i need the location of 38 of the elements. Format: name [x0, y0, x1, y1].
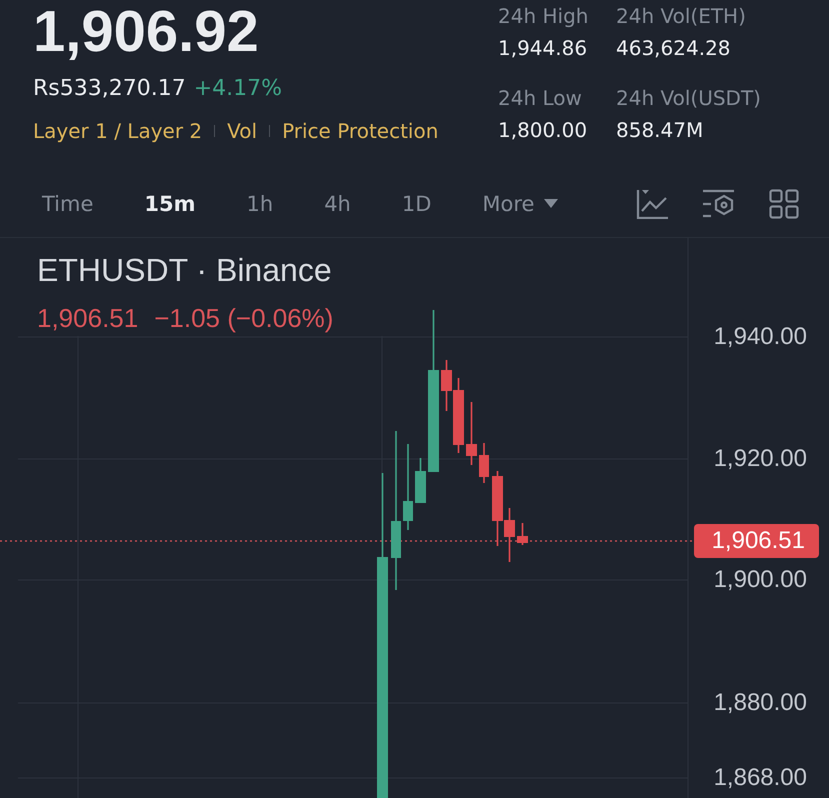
stat-value: 463,624.28: [616, 35, 732, 61]
last-price: 1,906.92: [33, 3, 259, 61]
fiat-price: Rs533,270.17: [33, 75, 186, 103]
stat-value: 858.47M: [616, 117, 704, 143]
price-axis-label: 1,940.00: [714, 322, 807, 352]
candle: [415, 458, 426, 503]
stat-label: 24h Low: [498, 85, 583, 111]
caret-down-icon: [544, 199, 558, 208]
interval-tab[interactable]: 1h: [238, 186, 282, 220]
candle: [504, 508, 515, 562]
chart-last-price: 1,906.51: [37, 303, 138, 333]
tag-link[interactable]: Layer 1 / Layer 2: [33, 117, 202, 145]
price-change: +4.17%: [194, 75, 282, 103]
price-axis-label: 1,920.00: [714, 444, 807, 474]
stat-label: 24h Vol(ETH): [616, 3, 747, 29]
tag-link[interactable]: Vol: [227, 117, 258, 145]
last-price-tag: 1,906.51: [694, 524, 819, 558]
price-axis-label: 1,868.00: [714, 763, 807, 793]
interval-tab[interactable]: 4h: [316, 186, 359, 220]
stat-value: 1,800.00: [498, 117, 588, 143]
stat-label: 24h High: [498, 3, 590, 29]
tag-link[interactable]: Price Protection: [282, 117, 438, 145]
grid-icon[interactable]: [769, 188, 799, 218]
stat-label: 24h Vol(USDT): [616, 85, 762, 111]
more-dropdown[interactable]: More: [474, 186, 566, 220]
candle: [517, 523, 528, 545]
candle: [479, 443, 489, 483]
price-axis-label: 1,880.00: [714, 688, 807, 718]
stat-value: 1,944.86: [498, 35, 588, 61]
interval-tab[interactable]: Time: [34, 186, 102, 220]
line-chart-icon[interactable]: [636, 188, 668, 218]
chart-symbol: ETHUSDT · Binance: [37, 252, 332, 289]
list-settings-icon[interactable]: [702, 188, 735, 218]
interval-tab[interactable]: 15m: [136, 186, 204, 220]
interval-tab[interactable]: 1D: [394, 186, 440, 220]
chart-change: −1.05 (−0.06%): [154, 303, 334, 333]
price-axis-label: 1,900.00: [714, 565, 807, 595]
candle: [466, 402, 477, 465]
